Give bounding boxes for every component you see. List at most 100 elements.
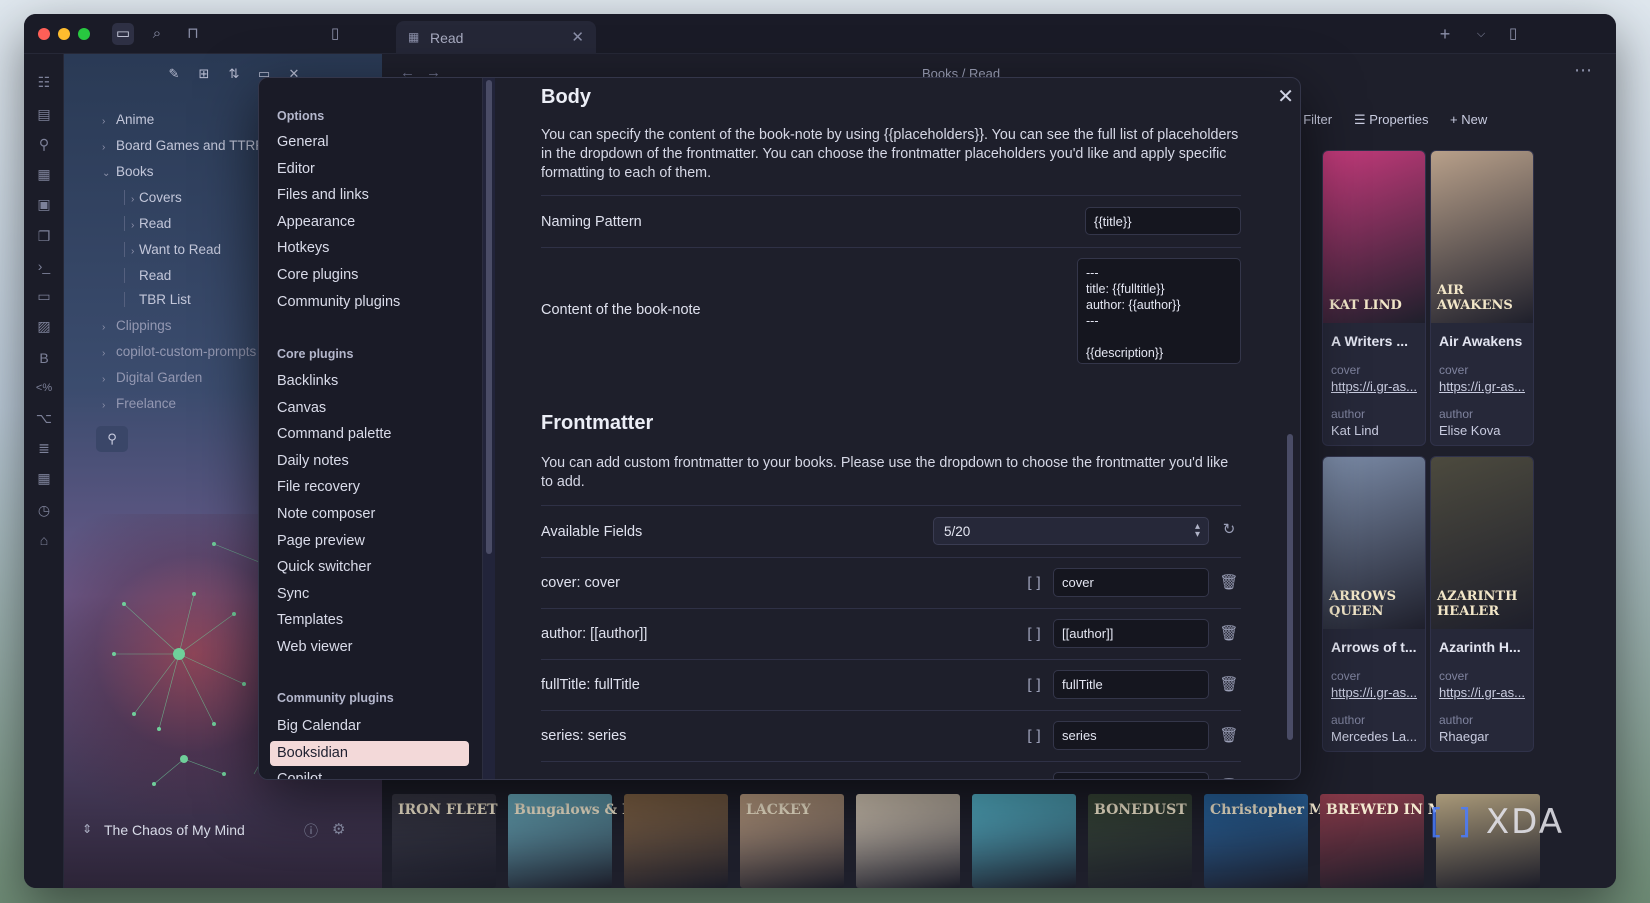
template-icon[interactable]: <%: [34, 378, 54, 398]
nav-item-community-plugins[interactable]: Community plugins: [277, 294, 400, 310]
zoom-window-button[interactable]: [78, 28, 90, 40]
nav-item-core-plugins[interactable]: Core plugins: [277, 267, 358, 283]
branch-icon[interactable]: ⌥: [34, 408, 54, 428]
cover-link[interactable]: https://i.gr-as...: [1439, 379, 1525, 394]
graph-icon[interactable]: ⚲: [34, 134, 54, 154]
database-icon[interactable]: ≣: [34, 438, 54, 458]
book-cover-thumbnail[interactable]: [624, 794, 728, 888]
book-cover-thumbnail[interactable]: Christopher McDougall: [1204, 794, 1394, 888]
chevron-down-icon[interactable]: ⌵: [1470, 23, 1492, 45]
cover-link[interactable]: https://i.gr-as...: [1439, 685, 1525, 700]
brackets-icon[interactable]: []: [1025, 778, 1043, 779]
nav-item-big-calendar[interactable]: Big Calendar: [277, 718, 361, 734]
right-sidebar-toggle-icon[interactable]: ▯: [1502, 23, 1524, 45]
nav-item-hotkeys[interactable]: Hotkeys: [277, 240, 329, 256]
book-card[interactable]: AIR AWAKENS Air Awakens cover https://i.gr-…: [1430, 150, 1534, 446]
calendar-grid-icon[interactable]: ▦: [34, 468, 54, 488]
nav-item-file-recovery[interactable]: File recovery: [277, 479, 360, 495]
tree-item[interactable]: › Covers: [124, 190, 182, 205]
trash-icon[interactable]: 🗑: [1218, 777, 1240, 779]
nav-item-page-preview[interactable]: Page preview: [277, 533, 365, 549]
clock-icon[interactable]: ◷: [34, 500, 54, 520]
canvas-icon[interactable]: ▦: [34, 164, 54, 184]
tree-item[interactable]: › Freelance: [102, 396, 176, 411]
nav-item-appearance[interactable]: Appearance: [277, 214, 355, 230]
book-card[interactable]: ARROWS QUEEN Arrows of t... cover https://i…: [1322, 456, 1426, 752]
vault-switcher[interactable]: ⇕ The Chaos of My Mind ⓘ ⚙: [64, 814, 382, 848]
tree-item[interactable]: › Want to Read: [124, 242, 221, 257]
nav-item-copilot[interactable]: Copilot: [277, 771, 322, 779]
tree-item[interactable]: Read: [124, 268, 171, 283]
search-icon[interactable]: ⌕: [146, 23, 168, 45]
cover-link[interactable]: https://i.gr-as...: [1331, 379, 1417, 394]
brackets-icon[interactable]: []: [1025, 727, 1043, 745]
content-textarea[interactable]: --- title: {{fulltitle}} author: {{autho…: [1077, 258, 1241, 364]
b-icon[interactable]: B: [34, 348, 54, 368]
tree-item[interactable]: › Anime: [102, 112, 154, 127]
book-card[interactable]: AZARINTH HEALER Azarinth H... cover https:/…: [1430, 456, 1534, 752]
trash-icon[interactable]: 🗑: [1218, 573, 1240, 591]
nav-item-editor[interactable]: Editor: [277, 161, 315, 177]
nav-item-sync[interactable]: Sync: [277, 586, 309, 602]
tree-item[interactable]: › Digital Garden: [102, 370, 202, 385]
tree-item[interactable]: ⌄ Books: [102, 164, 154, 179]
nav-item-command-palette[interactable]: Command palette: [277, 426, 391, 442]
field-value-input[interactable]: series: [1053, 721, 1209, 750]
book-card[interactable]: KAT LIND A Writers ... cover https://i.gr-a…: [1322, 150, 1426, 446]
nav-scroll-thumb[interactable]: [486, 80, 492, 554]
book-cover-thumbnail[interactable]: [972, 794, 1076, 888]
new-folder-icon[interactable]: ⊞: [194, 64, 214, 84]
nav-item-booksidian[interactable]: Booksidian: [270, 740, 469, 766]
nav-item-general[interactable]: General: [277, 134, 329, 150]
field-value-input[interactable]: fullTitle: [1053, 670, 1209, 699]
field-value-input[interactable]: seriesPosition: [1053, 772, 1209, 779]
close-window-button[interactable]: [38, 28, 50, 40]
book-cover-thumbnail[interactable]: Bungalows & Burglaries: [508, 794, 705, 888]
nav-scrollbar[interactable]: [483, 78, 495, 779]
nav-item-canvas[interactable]: Canvas: [277, 400, 326, 416]
book-cover-thumbnail[interactable]: LACKEY: [740, 794, 844, 888]
sidebar-toggle-icon[interactable]: ▯: [324, 23, 346, 45]
graph-view-icon[interactable]: ⚲: [96, 426, 128, 452]
trash-icon[interactable]: 🗑: [1218, 624, 1240, 642]
new-note-icon[interactable]: ✎: [164, 64, 184, 84]
tree-item[interactable]: › Clippings: [102, 318, 172, 333]
sort-icon[interactable]: ⇅: [224, 64, 244, 84]
copy-icon[interactable]: ❐: [34, 226, 54, 246]
minimize-window-button[interactable]: [58, 28, 70, 40]
brackets-icon[interactable]: []: [1025, 625, 1043, 643]
book-cover-thumbnail[interactable]: BREWED IN MAGIC: [1320, 794, 1484, 888]
tab-close-icon[interactable]: ✕: [571, 28, 584, 46]
comment-icon[interactable]: ▭: [34, 286, 54, 306]
clipboard-icon[interactable]: ▨: [34, 316, 54, 336]
trash-icon[interactable]: 🗑: [1218, 675, 1240, 693]
file-icon[interactable]: ▤: [34, 104, 54, 124]
calendar-icon[interactable]: ▣: [34, 194, 54, 214]
tab-read[interactable]: ▦ Read ✕: [396, 21, 596, 54]
trash-icon[interactable]: 🗑: [1218, 726, 1240, 744]
book-cover-thumbnail[interactable]: [856, 794, 960, 888]
available-fields-select[interactable]: 5/20 ▴ ▾: [933, 517, 1209, 545]
nav-item-files-and-links[interactable]: Files and links: [277, 187, 369, 203]
naming-pattern-input[interactable]: {{title}}: [1085, 207, 1241, 235]
new-button[interactable]: + New: [1450, 112, 1487, 127]
nav-item-web-viewer[interactable]: Web viewer: [277, 639, 352, 655]
nav-item-note-composer[interactable]: Note composer: [277, 506, 375, 522]
bookmark-icon[interactable]: ⊓: [182, 23, 204, 45]
gear-icon[interactable]: ⚙: [332, 820, 345, 838]
book-cover-thumbnail[interactable]: BONEDUST: [1088, 794, 1192, 888]
content-scroll-thumb[interactable]: [1287, 434, 1293, 740]
new-tab-icon[interactable]: +: [1434, 23, 1456, 45]
nav-item-backlinks[interactable]: Backlinks: [277, 373, 338, 389]
home-icon[interactable]: ⌂: [34, 530, 54, 550]
folder-icon[interactable]: ▭: [112, 23, 134, 45]
brackets-icon[interactable]: []: [1025, 676, 1043, 694]
book-cover-thumbnail[interactable]: IRON FLEET: [392, 794, 498, 888]
field-value-input[interactable]: cover: [1053, 568, 1209, 597]
terminal-icon[interactable]: ›_: [34, 256, 54, 276]
field-value-input[interactable]: [[author]]: [1053, 619, 1209, 648]
properties-button[interactable]: ☰ Properties: [1354, 112, 1429, 128]
nav-item-templates[interactable]: Templates: [277, 612, 343, 628]
nav-item-daily-notes[interactable]: Daily notes: [277, 453, 349, 469]
brackets-icon[interactable]: []: [1025, 574, 1043, 592]
